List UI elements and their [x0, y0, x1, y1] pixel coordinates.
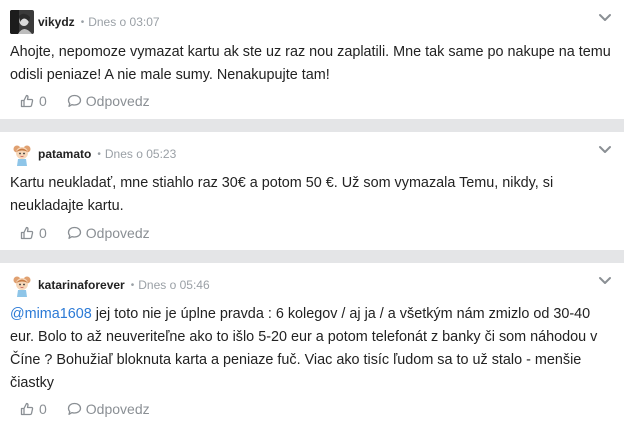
- speech-bubble-icon: [67, 94, 81, 107]
- thumbs-up-icon: [20, 226, 34, 240]
- reply-label: Odpovedz: [85, 401, 150, 417]
- speech-bubble-icon: [67, 226, 81, 239]
- avatar[interactable]: [10, 273, 34, 297]
- like-count: 0: [39, 93, 47, 109]
- comment-header: patamato • Dnes o 05:23: [10, 142, 176, 166]
- separator-dot: •: [80, 16, 85, 28]
- author-name[interactable]: vikydz: [38, 15, 75, 29]
- comment-card: katarinaforever • Dnes o 05:46 @mima1608…: [0, 263, 624, 427]
- comment-time: Dnes o 05:46: [138, 278, 210, 292]
- author-name[interactable]: katarinaforever: [38, 278, 125, 292]
- comment-text: Ahojte, nepomoze vymazat kartu ak ste uz…: [10, 41, 612, 87]
- comment-header: vikydz • Dnes o 03:07: [10, 10, 160, 34]
- comment-card: patamato • Dnes o 05:23 Kartu neukladať,…: [0, 132, 624, 250]
- chevron-down-icon[interactable]: [598, 145, 612, 155]
- comment-body: jej toto nie je úplne pravda : 6 kolegov…: [10, 306, 598, 391]
- comment-time: Dnes o 03:07: [88, 15, 160, 29]
- thumbs-up-icon: [20, 94, 34, 108]
- author-name[interactable]: patamato: [38, 147, 91, 161]
- chevron-down-icon[interactable]: [598, 276, 612, 286]
- like-button[interactable]: 0: [20, 401, 47, 417]
- separator-dot: •: [130, 279, 135, 291]
- comment-text: @mima1608 jej toto nie je úplne pravda :…: [10, 303, 612, 395]
- comment-time: Dnes o 05:23: [104, 147, 177, 161]
- comment-card: vikydz • Dnes o 03:07 Ahojte, nepomoze v…: [0, 0, 624, 119]
- thumbs-up-icon: [20, 402, 34, 416]
- user-mention-link[interactable]: @mima1608: [10, 306, 92, 322]
- comment-body: Kartu neukladať, mne stiahlo raz 30€ a p…: [10, 175, 554, 214]
- reply-button[interactable]: Odpovedz: [67, 93, 150, 109]
- comment-body: Ahojte, nepomoze vymazat kartu ak ste uz…: [10, 44, 611, 83]
- chevron-down-icon[interactable]: [598, 13, 612, 23]
- like-button[interactable]: 0: [20, 225, 47, 241]
- like-button[interactable]: 0: [20, 93, 47, 109]
- comment-text: Kartu neukladať, mne stiahlo raz 30€ a p…: [10, 172, 612, 218]
- reply-button[interactable]: Odpovedz: [67, 225, 150, 241]
- comment-actions: 0 Odpovedz: [20, 401, 150, 417]
- reply-label: Odpovedz: [85, 93, 150, 109]
- speech-bubble-icon: [67, 402, 81, 415]
- comment-actions: 0 Odpovedz: [20, 93, 150, 109]
- comment-actions: 0 Odpovedz: [20, 225, 150, 241]
- comment-header: katarinaforever • Dnes o 05:46: [10, 273, 210, 297]
- separator-dot: •: [97, 148, 101, 160]
- like-count: 0: [39, 401, 47, 417]
- avatar[interactable]: [10, 142, 34, 166]
- like-count: 0: [39, 225, 47, 241]
- avatar[interactable]: [10, 10, 34, 34]
- reply-label: Odpovedz: [85, 225, 150, 241]
- reply-button[interactable]: Odpovedz: [67, 401, 150, 417]
